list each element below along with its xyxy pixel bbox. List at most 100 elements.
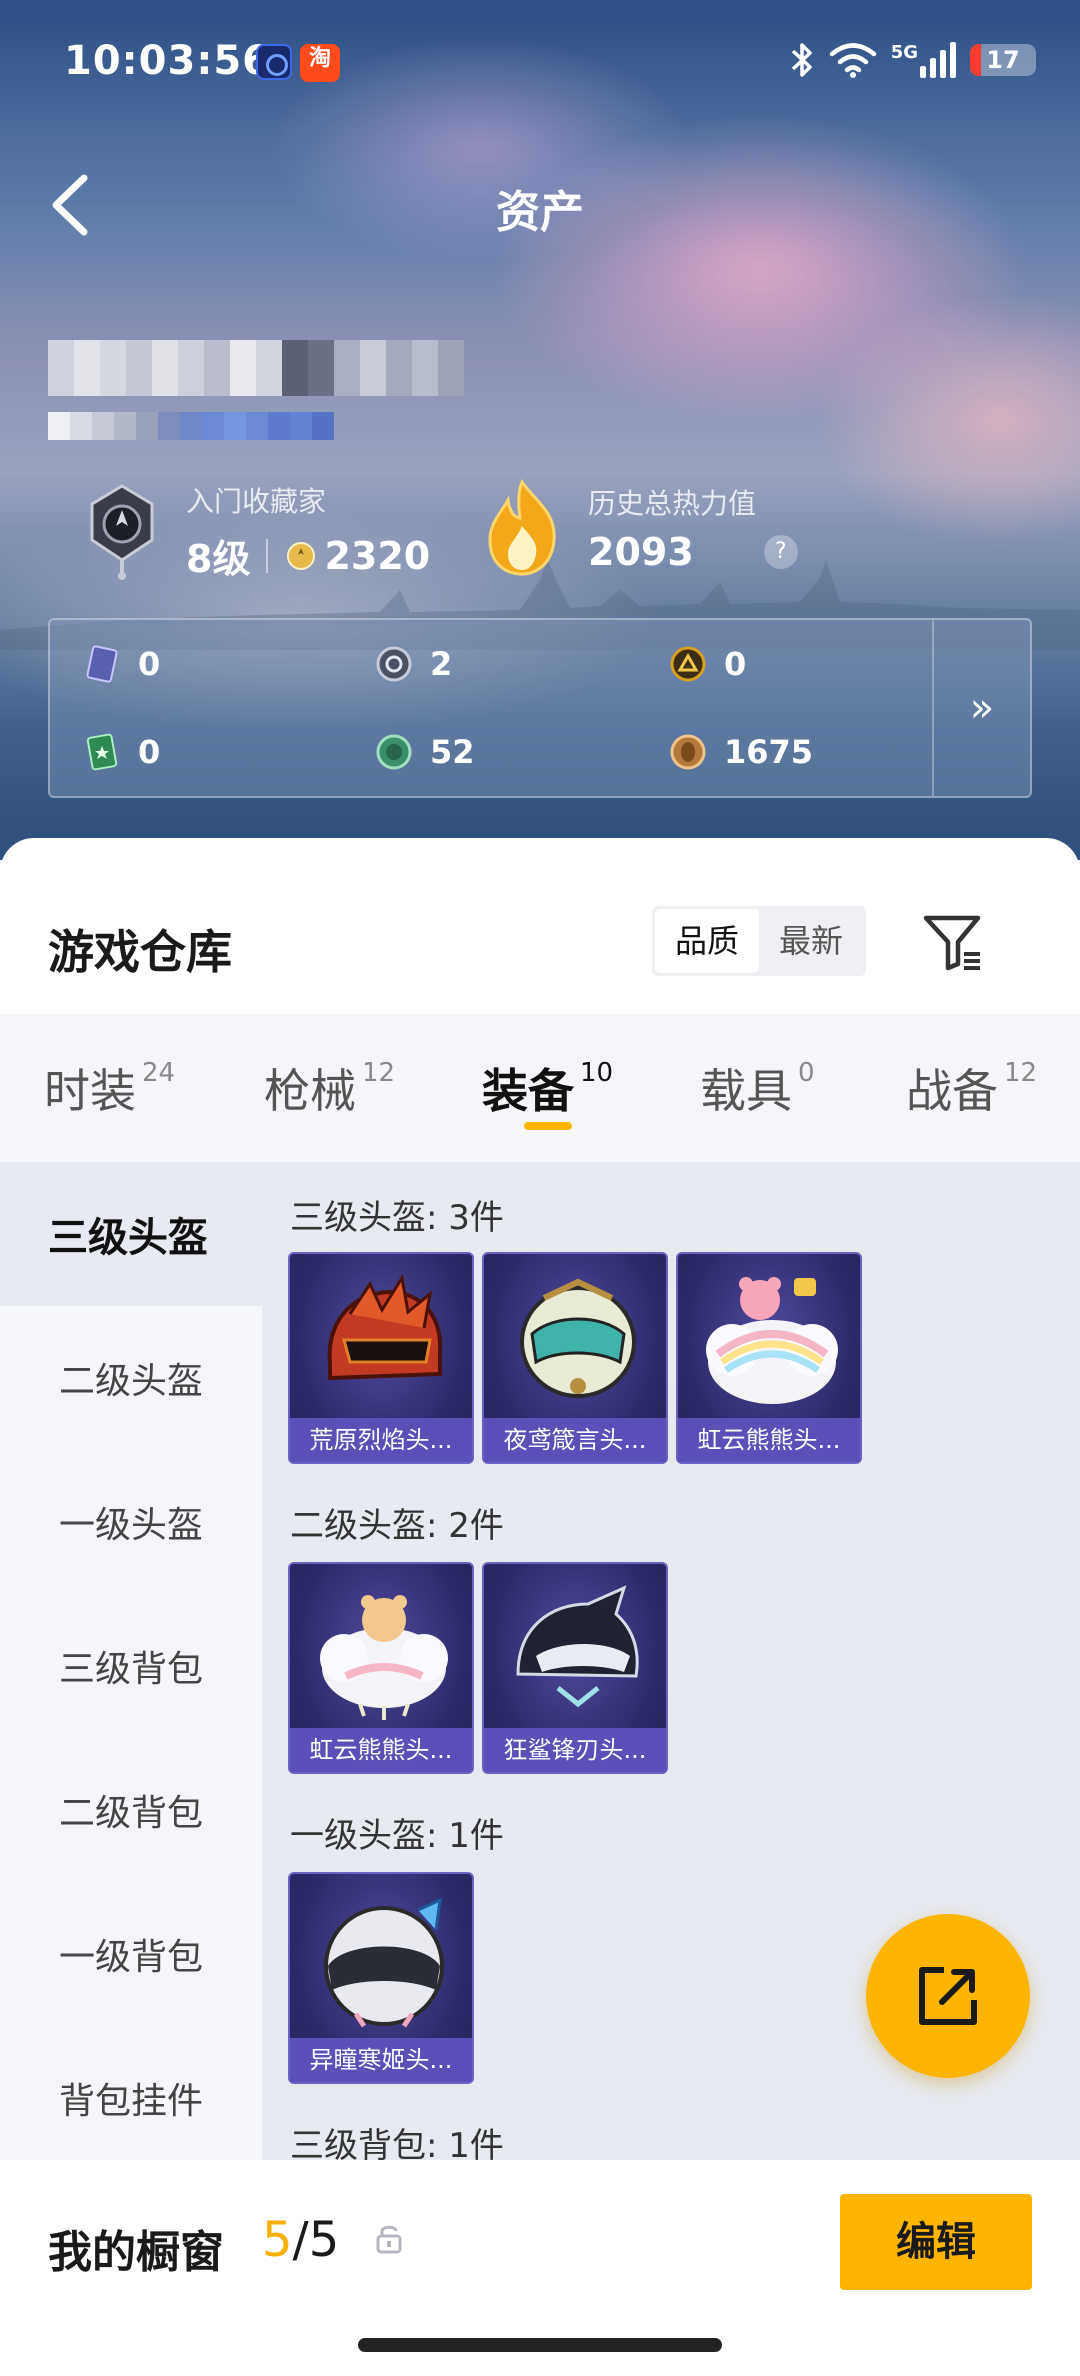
page-title: 资产 bbox=[496, 187, 584, 238]
rainbow-cloud-bear-helmet-icon bbox=[320, 1595, 448, 1720]
showcase-count: 5/5 bbox=[262, 2212, 339, 2268]
currency-item: 2 bbox=[374, 644, 452, 684]
card-icon bbox=[86, 645, 118, 683]
user-name-blurred bbox=[48, 340, 468, 396]
flame-icon bbox=[488, 478, 556, 576]
taobao-app-icon: 淘 bbox=[300, 44, 340, 82]
night-kite-helmet-icon bbox=[520, 1278, 636, 1398]
item-card[interactable]: 夜鸢箴言头... bbox=[482, 1252, 668, 1464]
subnav-backpack-charm[interactable]: 背包挂件 bbox=[0, 2026, 262, 2170]
item-name: 荒原烈焰头... bbox=[290, 1418, 472, 1462]
lock-icon bbox=[376, 2225, 402, 2254]
tab-count: 0 bbox=[798, 1058, 815, 1088]
tab-equipment[interactable]: 装备 10 bbox=[482, 1014, 613, 1162]
share-icon bbox=[919, 1967, 977, 2025]
currency-item: 0 bbox=[82, 644, 160, 684]
help-icon[interactable]: ? bbox=[763, 535, 798, 569]
bluetooth-icon bbox=[791, 43, 812, 77]
currency-value: 0 bbox=[724, 645, 747, 683]
warehouse-title: 游戏仓库 bbox=[48, 925, 232, 979]
red-flame-helmet-icon bbox=[327, 1273, 443, 1381]
green-coin-icon bbox=[376, 734, 412, 770]
currency-value: 0 bbox=[138, 733, 161, 771]
shark-blade-helmet-icon bbox=[516, 1585, 639, 1708]
wifi-icon bbox=[829, 43, 876, 78]
currency-panel: 0 2 0 0 52 1675 » bbox=[48, 618, 1032, 798]
showcase-label: 我的橱窗 bbox=[48, 2227, 224, 2278]
subnav-level2-backpack[interactable]: 二级背包 bbox=[0, 1738, 262, 1882]
home-indicator[interactable] bbox=[358, 2338, 722, 2352]
status-time: 10:03:56 bbox=[64, 38, 271, 84]
sort-latest[interactable]: 最新 bbox=[759, 909, 863, 973]
tab-firearms[interactable]: 枪械 12 bbox=[264, 1014, 395, 1162]
filter-icon[interactable] bbox=[920, 910, 986, 976]
showcase-total: 5 bbox=[308, 2212, 340, 2268]
rank-points: 2320 bbox=[324, 533, 431, 578]
subnav-level1-helmet[interactable]: 一级头盔 bbox=[0, 1450, 262, 1594]
item-card[interactable]: 荒原烈焰头... bbox=[288, 1252, 474, 1464]
item-name: 异瞳寒姬头... bbox=[290, 2038, 472, 2082]
group-title: 三级头盔: 3件 bbox=[290, 1198, 504, 1238]
subcategory-nav: 三级头盔 二级头盔 一级头盔 三级背包 二级背包 一级背包 背包挂件 bbox=[0, 1162, 262, 2162]
group-title: 二级头盔: 2件 bbox=[290, 1506, 504, 1546]
item-card[interactable]: 虹云熊熊头... bbox=[288, 1562, 474, 1774]
currency-value: 0 bbox=[138, 645, 161, 683]
rainbow-cloud-bear-helmet-icon bbox=[706, 1277, 838, 1404]
currency-item: 52 bbox=[374, 732, 475, 772]
item-name: 虹云熊熊头... bbox=[290, 1728, 472, 1772]
tab-label: 战备 bbox=[906, 1064, 998, 1118]
currency-item: 0 bbox=[82, 732, 160, 772]
subnav-level2-helmet[interactable]: 二级头盔 bbox=[0, 1306, 262, 1450]
currency-item: 0 bbox=[668, 644, 746, 684]
tab-supplies[interactable]: 战备 12 bbox=[906, 1014, 1037, 1162]
warehouse-sheet: 游戏仓库 品质 最新 时装 24 枪械 12 装备 10 载具 0 战备 12 bbox=[0, 838, 1080, 2376]
subnav-level3-backpack[interactable]: 三级背包 bbox=[0, 1594, 262, 1738]
rank-badge-icon bbox=[90, 483, 154, 580]
currency-item: 1675 bbox=[668, 732, 813, 772]
tab-fashion[interactable]: 时装 24 bbox=[44, 1014, 175, 1162]
tab-count: 10 bbox=[580, 1058, 614, 1088]
notification-app-icon bbox=[256, 44, 292, 80]
tab-count: 12 bbox=[362, 1058, 396, 1088]
sort-quality[interactable]: 品质 bbox=[655, 909, 759, 973]
currency-value: 2 bbox=[430, 645, 453, 683]
currency-value: 52 bbox=[430, 733, 475, 771]
rank-label: 入门收藏家 bbox=[186, 485, 327, 518]
heat-value: 2093 bbox=[588, 530, 694, 574]
showcase-separator: / bbox=[292, 2212, 309, 2268]
signal-icon bbox=[920, 42, 956, 78]
odd-eye-ice-helmet-icon bbox=[324, 1897, 444, 2028]
item-name: 狂鲨锋刃头... bbox=[484, 1728, 666, 1772]
item-card[interactable]: 狂鲨锋刃头... bbox=[482, 1562, 668, 1774]
sort-toggle: 品质 最新 bbox=[652, 906, 866, 976]
tab-count: 24 bbox=[142, 1058, 176, 1088]
green-card-icon bbox=[86, 733, 118, 771]
item-name: 虹云熊熊头... bbox=[678, 1418, 860, 1462]
heat-value-block: 历史总热力值 2093 ? bbox=[478, 478, 798, 578]
battery-icon: 17 bbox=[970, 44, 1036, 76]
subnav-level3-helmet[interactable]: 三级头盔 bbox=[0, 1162, 262, 1306]
currency-expand-button[interactable]: » bbox=[932, 620, 1030, 796]
silver-coin-icon bbox=[376, 646, 412, 682]
tab-label: 装备 bbox=[482, 1064, 574, 1118]
category-tabs: 时装 24 枪械 12 装备 10 载具 0 战备 12 bbox=[0, 1014, 1080, 1162]
edit-button[interactable]: 编辑 bbox=[840, 2194, 1032, 2290]
battery-text: 17 bbox=[986, 46, 1020, 74]
showcase-current: 5 bbox=[262, 2212, 293, 2268]
laurel-coin-icon bbox=[287, 541, 316, 570]
showcase-bar: 我的橱窗 5/5 编辑 bbox=[0, 2160, 1080, 2376]
divider bbox=[266, 538, 269, 573]
item-card[interactable]: 虹云熊熊头... bbox=[676, 1252, 862, 1464]
share-button[interactable] bbox=[866, 1914, 1030, 2078]
gold-badge-icon bbox=[670, 646, 706, 682]
rank-level: 8级 bbox=[186, 537, 251, 581]
bronze-coin-icon bbox=[670, 734, 706, 770]
item-card[interactable]: 异瞳寒姬头... bbox=[288, 1872, 474, 2084]
tab-label: 时装 bbox=[44, 1064, 136, 1118]
subnav-level1-backpack[interactable]: 一级背包 bbox=[0, 1882, 262, 2026]
collector-rank[interactable]: 入门收藏家 8级 2320 bbox=[80, 480, 430, 583]
status-indicators: 5G 17 bbox=[789, 40, 1036, 80]
tab-count: 12 bbox=[1004, 1058, 1038, 1088]
network-type: 5G bbox=[890, 42, 918, 63]
tab-vehicles[interactable]: 载具 0 bbox=[700, 1014, 815, 1162]
